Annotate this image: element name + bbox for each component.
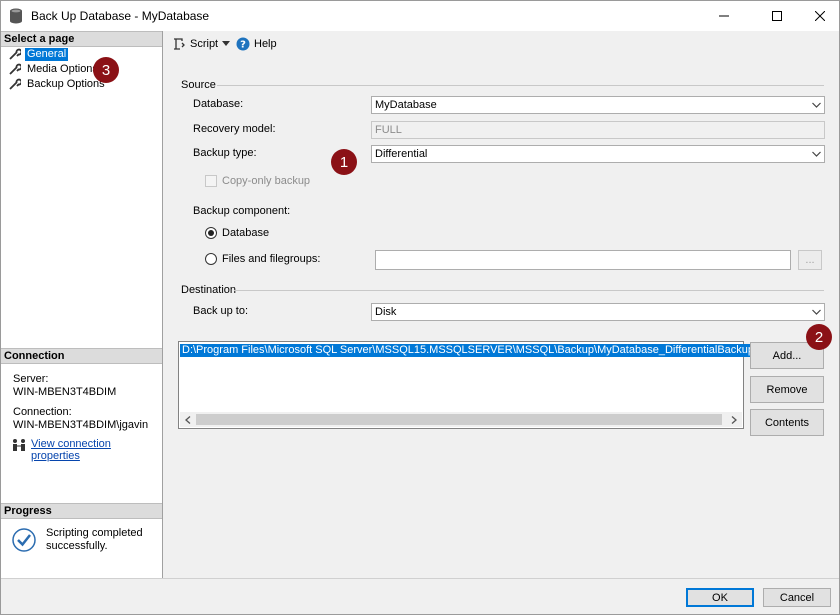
- dialog-footer: OK Cancel: [1, 578, 839, 614]
- wrench-icon: [9, 78, 21, 90]
- left-pane: Select a page General Media Options Back…: [1, 31, 163, 578]
- horizontal-scrollbar[interactable]: [180, 412, 742, 427]
- recovery-model-field: FULL: [371, 121, 825, 139]
- connection-label: Connection:: [13, 406, 72, 418]
- script-dropdown-button[interactable]: [222, 41, 230, 46]
- help-icon: ?: [236, 37, 250, 51]
- backup-type-value: Differential: [375, 148, 428, 160]
- connection-value: WIN-MBEN3T4BDIM\jgavin: [13, 419, 149, 431]
- progress-header: Progress: [1, 503, 162, 519]
- cancel-button[interactable]: Cancel: [763, 588, 831, 607]
- page-item-general[interactable]: General: [9, 47, 69, 61]
- minimize-icon: [719, 15, 729, 17]
- files-browse-button[interactable]: ...: [798, 250, 822, 270]
- page-item-media-options[interactable]: Media Options: [9, 62, 100, 76]
- copy-only-checkbox[interactable]: [205, 175, 217, 187]
- script-label: Script: [190, 38, 219, 50]
- scroll-left-button[interactable]: [180, 412, 196, 427]
- connection-header: Connection: [1, 348, 162, 364]
- page-item-backup-options[interactable]: Backup Options: [9, 77, 107, 91]
- component-database-radio[interactable]: [205, 227, 217, 239]
- destination-list[interactable]: D:\Program Files\Microsoft SQL Server\MS…: [178, 341, 783, 429]
- close-icon: [815, 11, 825, 21]
- remove-button[interactable]: Remove: [750, 376, 824, 403]
- progress-line: Scripting completed: [46, 527, 143, 539]
- connection-properties-icon: [13, 439, 25, 451]
- server-value: WIN-MBEN3T4BDIM: [13, 386, 117, 398]
- component-database-label: Database: [222, 227, 270, 239]
- files-filegroups-field[interactable]: [375, 250, 791, 270]
- back-up-to-select[interactable]: Disk: [371, 303, 825, 321]
- source-divider: [217, 85, 824, 86]
- copy-only-label: Copy-only backup: [222, 175, 311, 187]
- help-button[interactable]: ? Help: [236, 37, 277, 51]
- maximize-button[interactable]: [754, 1, 800, 31]
- wrench-icon: [9, 63, 21, 75]
- backup-type-select[interactable]: Differential: [371, 145, 825, 163]
- server-label: Server:: [13, 373, 49, 385]
- backup-database-dialog: Back Up Database - MyDatabase Select a p…: [0, 0, 840, 615]
- chevron-down-icon: [812, 309, 821, 315]
- database-icon: [10, 8, 22, 24]
- component-files-radio[interactable]: [205, 253, 217, 265]
- progress-status: Scripting completed successfully.: [46, 527, 143, 553]
- backup-component-label: Backup component:: [193, 205, 291, 217]
- callout-badge-1: 1: [331, 149, 357, 175]
- back-up-to-value: Disk: [375, 306, 397, 318]
- maximize-icon: [772, 11, 782, 21]
- view-connection-properties-link[interactable]: View connection properties: [31, 438, 162, 462]
- contents-button[interactable]: Contents: [750, 409, 824, 436]
- select-page-header: Select a page: [1, 31, 162, 47]
- progress-line: successfully.: [46, 540, 108, 552]
- minimize-button[interactable]: [701, 1, 747, 31]
- wrench-icon: [9, 48, 21, 60]
- database-select[interactable]: MyDatabase: [371, 96, 825, 114]
- window-title: Back Up Database - MyDatabase: [31, 9, 210, 23]
- destination-section-label: Destination: [181, 284, 237, 296]
- source-section-label: Source: [181, 79, 216, 91]
- chevron-down-icon: [222, 41, 230, 46]
- success-check-icon: [12, 528, 36, 552]
- component-files-label: Files and filegroups:: [222, 253, 321, 265]
- script-button[interactable]: Script: [172, 37, 218, 51]
- back-up-to-label: Back up to:: [193, 305, 249, 317]
- chevron-left-icon: [185, 415, 191, 424]
- database-label: Database:: [193, 98, 244, 110]
- scroll-thumb[interactable]: [196, 414, 722, 425]
- page-item-label: General: [25, 47, 69, 61]
- scroll-right-button[interactable]: [726, 412, 742, 427]
- ok-button[interactable]: OK: [686, 588, 754, 607]
- close-button[interactable]: [797, 1, 840, 31]
- title-bar: Back Up Database - MyDatabase: [1, 1, 839, 31]
- recovery-model-label: Recovery model:: [193, 123, 276, 135]
- svg-text:?: ?: [240, 40, 246, 51]
- backup-type-label: Backup type:: [193, 147, 257, 159]
- page-item-label: Media Options: [27, 62, 98, 75]
- chevron-right-icon: [731, 415, 737, 424]
- chevron-down-icon: [812, 102, 821, 108]
- help-label: Help: [254, 38, 277, 50]
- destination-divider: [234, 290, 824, 291]
- script-icon: [174, 38, 185, 50]
- toolbar: Script ? Help: [164, 31, 839, 59]
- callout-badge-3: 3: [93, 57, 119, 83]
- list-item[interactable]: D:\Program Files\Microsoft SQL Server\MS…: [180, 344, 783, 357]
- page-item-label: Backup Options: [27, 77, 105, 90]
- callout-badge-2: 2: [806, 324, 832, 350]
- database-value: MyDatabase: [375, 99, 437, 111]
- chevron-down-icon: [812, 151, 821, 157]
